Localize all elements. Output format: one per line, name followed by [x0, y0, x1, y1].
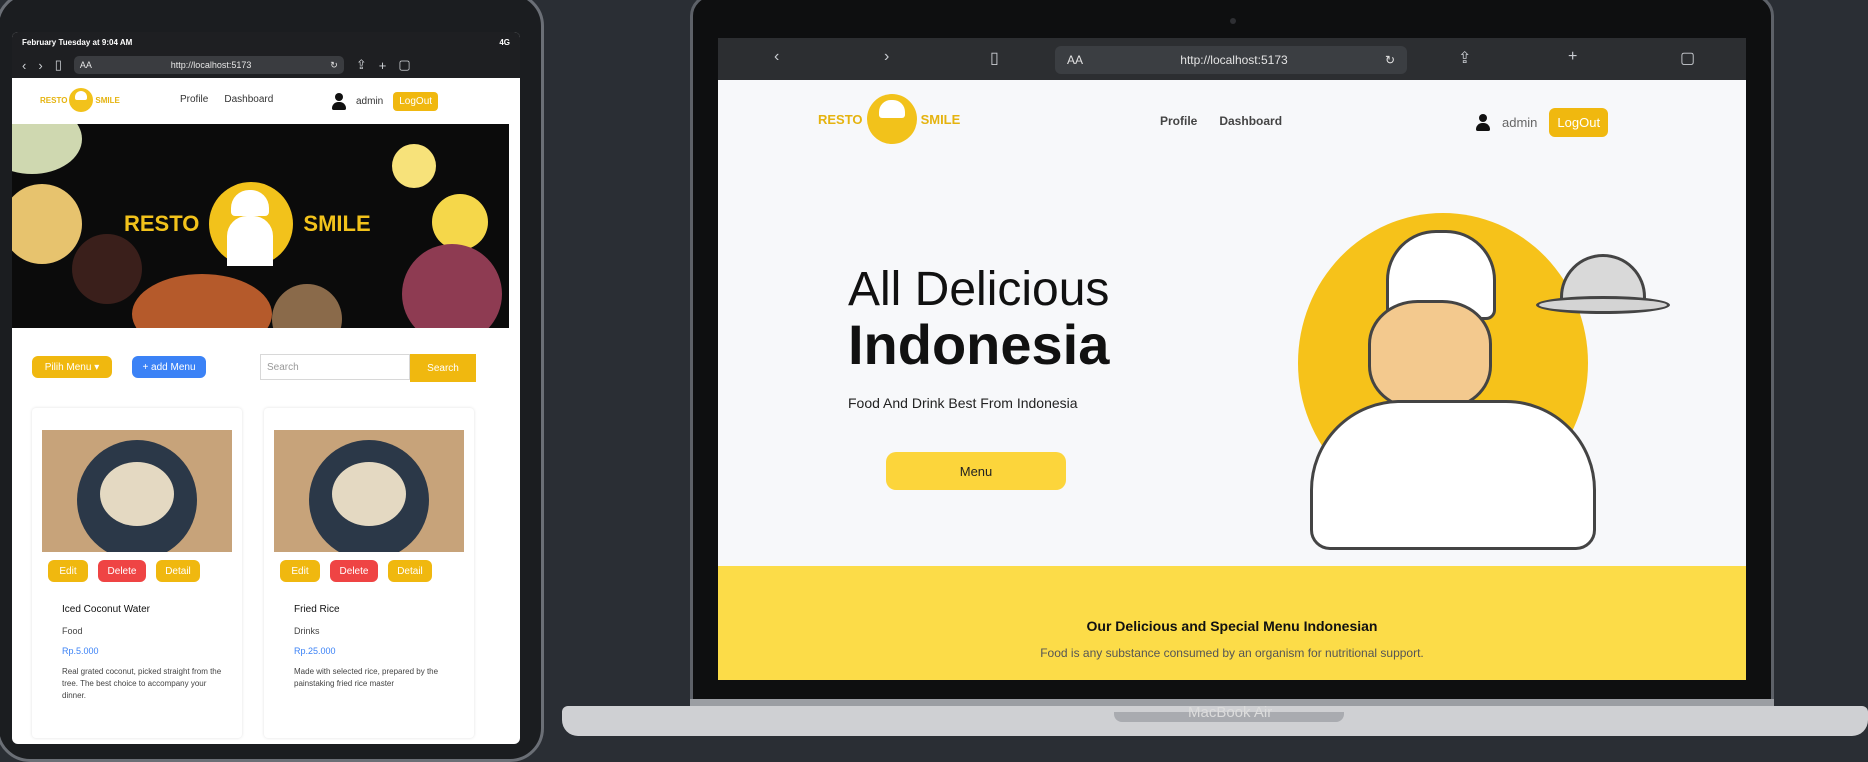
brand-right: SMILE	[920, 111, 961, 127]
menu-button[interactable]: Menu	[886, 452, 1066, 490]
menu-price: Rp.5.000	[62, 646, 99, 656]
nav-profile[interactable]: Profile	[1160, 114, 1197, 128]
new-tab-icon[interactable]: +	[379, 58, 387, 73]
menu-controls: Pilih Menu ▾ + add Menu Search Search	[32, 352, 502, 382]
brand-logo[interactable]: RESTO SMILE	[818, 94, 960, 144]
reader-aa[interactable]: AA	[1067, 53, 1083, 67]
chef-logo-icon	[866, 94, 917, 144]
ipad-screen: February Tuesday at 9:04 AM 4G ‹ › ▯ AA …	[12, 32, 520, 744]
band-subtitle: Food is any substance consumed by an org…	[1040, 646, 1424, 660]
hero-banner: RESTO SMILE	[12, 124, 509, 328]
forward-icon[interactable]: ›	[38, 58, 42, 73]
lemon	[432, 194, 488, 250]
mac-browser-toolbar: ‹ › ▯ AA http://localhost:5173 ↻ ⇪ + ▢	[718, 38, 1746, 80]
chef-face	[1368, 300, 1492, 410]
menu-card: Edit Delete Detail Fried Rice Drinks Rp.…	[264, 408, 474, 738]
user-icon	[1476, 113, 1490, 132]
spice-pot	[272, 284, 342, 328]
delete-button[interactable]: Delete	[330, 560, 378, 582]
chef-logo-icon	[69, 88, 94, 112]
reader-aa[interactable]: AA	[80, 60, 92, 70]
search-input[interactable]: Search	[260, 354, 410, 380]
address-bar[interactable]: AA http://localhost:5173 ↻	[73, 56, 344, 74]
reload-icon[interactable]: ↻	[330, 60, 338, 71]
macbook-screen: ‹ › ▯ AA http://localhost:5173 ↻ ⇪ + ▢ R…	[718, 38, 1746, 680]
tray	[1536, 296, 1670, 314]
menu-card: Edit Delete Detail Iced Coconut Water Fo…	[32, 408, 242, 738]
back-icon[interactable]: ‹	[774, 48, 779, 66]
salad-bowl	[402, 244, 502, 328]
edit-button[interactable]: Edit	[48, 560, 88, 582]
menu-title: Fried Rice	[294, 604, 340, 615]
camera-icon	[1230, 18, 1236, 24]
carrots	[132, 274, 272, 328]
chef-logo-icon	[209, 182, 294, 266]
nav-dashboard[interactable]: Dashboard	[224, 94, 273, 105]
hero-brand-left: RESTO	[124, 211, 200, 236]
ipad-browser-toolbar: ‹ › ▯ AA http://localhost:5173 ↻ ⇪ + ▢	[12, 52, 520, 78]
tabs-icon[interactable]: ▢	[1680, 48, 1695, 68]
hero-brand-right: SMILE	[303, 211, 371, 236]
food-image	[12, 124, 82, 174]
hero-subtitle: Food And Drink Best From Indonesia	[848, 395, 1078, 411]
device-label: MacBook Air	[1188, 704, 1273, 721]
menu-category: Food	[62, 626, 83, 636]
detail-button[interactable]: Detail	[388, 560, 432, 582]
add-menu-button[interactable]: + add Menu	[132, 356, 206, 378]
delete-button[interactable]: Delete	[98, 560, 146, 582]
status-signal: 4G	[499, 37, 510, 47]
brand-logo[interactable]: RESTO SMILE	[40, 88, 120, 112]
logout-button[interactable]: LogOut	[1549, 108, 1609, 137]
ipad-status-bar: February Tuesday at 9:04 AM 4G	[12, 32, 520, 52]
share-icon[interactable]: ⇪	[356, 57, 367, 73]
status-time: February Tuesday at 9:04 AM	[22, 37, 133, 47]
hero-title-line1: All Delicious	[848, 263, 1110, 316]
menu-title: Iced Coconut Water	[62, 604, 151, 615]
band-title: Our Delicious and Special Menu Indonesia…	[1086, 618, 1378, 634]
chickpea-bowl	[12, 184, 82, 264]
address-bar[interactable]: AA http://localhost:5173 ↻	[1055, 46, 1407, 74]
menu-description: Made with selected rice, prepared by the…	[294, 667, 439, 688]
brand-left: RESTO	[40, 95, 68, 105]
chef-body	[1310, 400, 1596, 550]
menu-category: Drinks	[294, 626, 320, 636]
new-tab-icon[interactable]: +	[1568, 48, 1577, 66]
hero-title-line2: Indonesia	[848, 313, 1110, 376]
brand-right: SMILE	[95, 95, 120, 105]
nav-dashboard[interactable]: Dashboard	[1219, 114, 1282, 128]
share-icon[interactable]: ⇪	[1458, 48, 1471, 68]
username: admin	[1502, 115, 1538, 130]
url-text: http://localhost:5173	[170, 60, 252, 70]
username: admin	[356, 96, 384, 107]
category-select-label: Pilih Menu	[44, 361, 92, 373]
ipad-navbar: RESTO SMILE Profile Dashboard admin LogO…	[12, 78, 520, 124]
edit-button[interactable]: Edit	[280, 560, 320, 582]
menu-description: Real grated coconut, picked straight fro…	[62, 667, 222, 700]
category-select[interactable]: Pilih Menu ▾	[32, 356, 112, 378]
user-icon	[332, 92, 346, 111]
menu-photo	[274, 430, 464, 552]
bookmarks-icon[interactable]: ▯	[55, 57, 62, 73]
detail-button[interactable]: Detail	[156, 560, 200, 582]
back-icon[interactable]: ‹	[22, 58, 26, 73]
reload-icon[interactable]: ↻	[1385, 53, 1395, 67]
forward-icon[interactable]: ›	[884, 48, 889, 66]
bookmarks-icon[interactable]: ▯	[990, 48, 999, 68]
menu-photo	[42, 430, 232, 552]
nav-profile[interactable]: Profile	[180, 94, 208, 105]
lemon	[392, 144, 436, 188]
url-text: http://localhost:5173	[1180, 53, 1288, 67]
brand-left: RESTO	[818, 111, 863, 127]
tabs-icon[interactable]: ▢	[398, 57, 410, 73]
menu-price: Rp.25.000	[294, 646, 336, 656]
search-button[interactable]: Search	[410, 354, 476, 382]
logout-button[interactable]: LogOut	[393, 92, 439, 111]
